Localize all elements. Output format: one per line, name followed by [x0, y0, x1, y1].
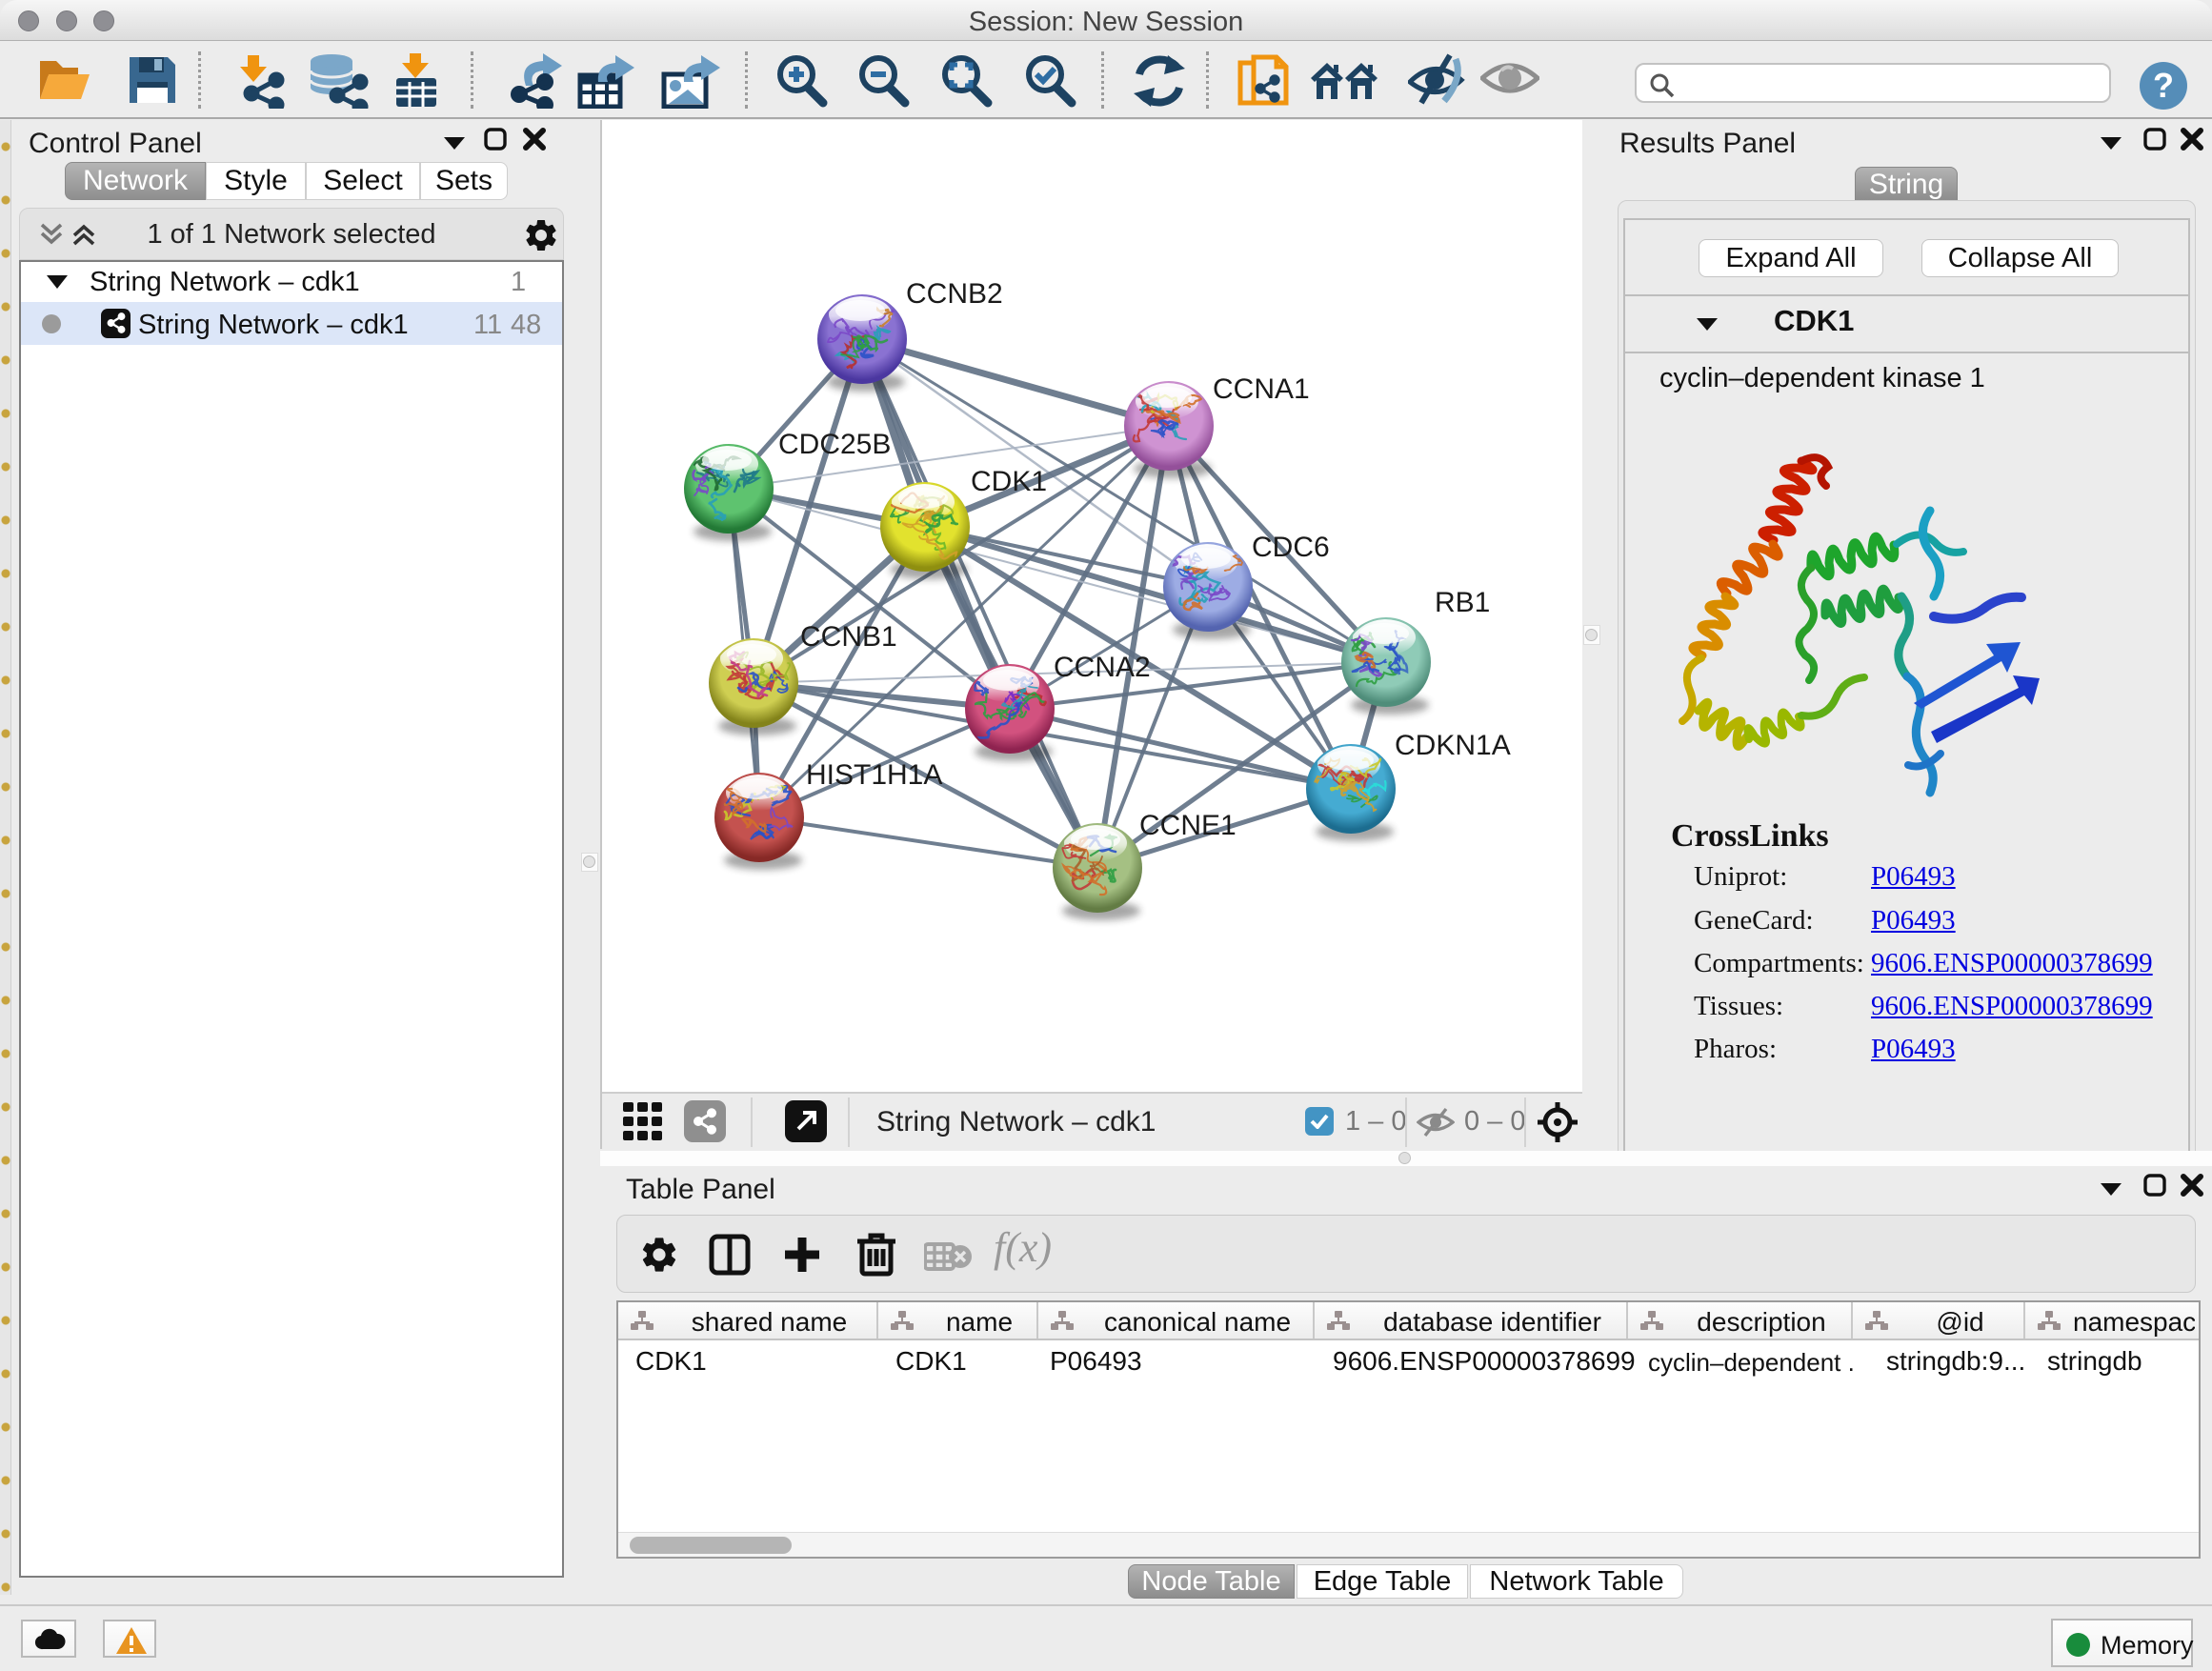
svg-text:CDK1: CDK1: [971, 466, 1047, 497]
svg-text:CDC25B: CDC25B: [778, 429, 891, 460]
svg-text:CCNE1: CCNE1: [1139, 810, 1237, 841]
svg-text:CDKN1A: CDKN1A: [1395, 730, 1511, 761]
svg-text:RB1: RB1: [1435, 587, 1490, 618]
svg-text:HIST1H1A: HIST1H1A: [806, 759, 942, 791]
svg-text:CCNA2: CCNA2: [1054, 652, 1151, 683]
svg-text:CCNB1: CCNB1: [800, 621, 897, 653]
svg-text:CDC6: CDC6: [1252, 532, 1330, 563]
svg-text:CCNA1: CCNA1: [1213, 373, 1310, 405]
svg-text:CCNB2: CCNB2: [906, 278, 1003, 310]
svg-text:?: ?: [2153, 66, 2174, 105]
